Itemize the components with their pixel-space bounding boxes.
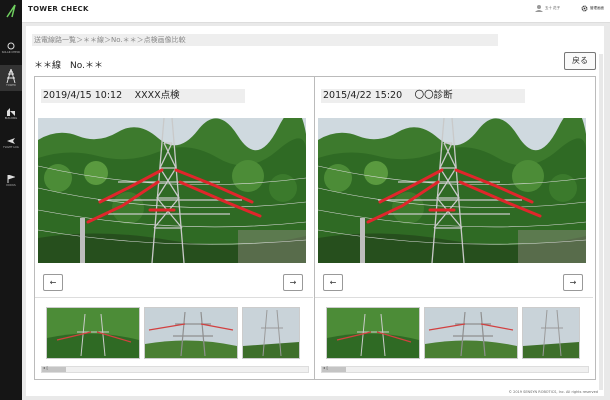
- sidebar-item-flight-log[interactable]: FLIGHT LOG: [0, 130, 22, 156]
- plane-icon: [7, 138, 15, 144]
- next-image-button[interactable]: →: [563, 274, 583, 291]
- prev-image-button[interactable]: ←: [323, 274, 343, 291]
- divider: [315, 297, 593, 298]
- inspection-panel-left: 2019/4/15 10:12 XXXX点検 ← → ◂ ▯: [34, 76, 316, 380]
- back-button[interactable]: 戻る: [564, 52, 596, 70]
- thumbnail[interactable]: [522, 307, 580, 359]
- settings-label: 管理画面: [590, 6, 604, 10]
- scroll-left-arrow[interactable]: ◂ ▯: [323, 365, 328, 370]
- thumbnail-image: [243, 308, 299, 358]
- breadcrumb[interactable]: 送電線路一覧＞＊＊線＞No.＊＊＞点検画像比較: [32, 34, 498, 46]
- thumbnail-image: [47, 308, 139, 358]
- flag-icon: [7, 175, 15, 183]
- tower-main-photo[interactable]: [318, 118, 586, 263]
- thumbnail-scrollbar[interactable]: ◂ ▯: [41, 365, 309, 373]
- sidebar-item-label: TOWER: [6, 84, 16, 87]
- thumbnail[interactable]: [144, 307, 238, 359]
- user-avatar-icon: [534, 5, 543, 12]
- sidebar: SOLAR CHECK TOWER BUILDING FLIGHT LOG DO…: [0, 0, 22, 400]
- sidebar-item-solar[interactable]: SOLAR CHECK: [0, 35, 22, 61]
- main-content: 送電線路一覧＞＊＊線＞No.＊＊＞点検画像比較 ＊＊線 No.＊＊ 戻る 201…: [26, 26, 604, 396]
- logo-icon: [6, 4, 16, 18]
- sidebar-item-label: SOLAR CHECK: [1, 51, 21, 54]
- next-image-button[interactable]: →: [283, 274, 303, 291]
- thumbnail-image: [327, 308, 419, 358]
- divider: [35, 297, 313, 298]
- sidebar-item-label: FLIGHT LOG: [3, 146, 19, 149]
- copyright-text: © 2019 SENSYN ROBOTICS, Inc. All rights …: [508, 390, 598, 394]
- prev-image-button[interactable]: ←: [43, 274, 63, 291]
- thumbnail-image: [145, 308, 237, 358]
- sidebar-item-label: DOCKS: [6, 184, 16, 187]
- solar-icon: [7, 42, 15, 50]
- thumbnail[interactable]: [242, 307, 300, 359]
- tower-photo-image: [318, 118, 586, 263]
- building-icon: [7, 108, 15, 116]
- sidebar-item-building[interactable]: BUILDING: [0, 101, 22, 127]
- user-name: 五十 花子: [544, 5, 560, 10]
- inspection-panel-right: 2015/4/22 15:20 〇〇診断 ← → ◂ ▯: [314, 76, 596, 380]
- top-bar: TOWER CHECK 五十 花子 管理画面: [22, 0, 610, 23]
- app-logo[interactable]: [0, 0, 22, 22]
- inspection-title: 2015/4/22 15:20 〇〇診断: [321, 89, 525, 103]
- thumbnail[interactable]: [46, 307, 140, 359]
- scroll-left-arrow[interactable]: ◂ ▯: [43, 365, 48, 370]
- tower-icon: [6, 69, 16, 83]
- sidebar-item-label: BUILDING: [4, 117, 18, 120]
- thumbnail-image: [523, 308, 579, 358]
- thumbnail[interactable]: [326, 307, 420, 359]
- app-title: TOWER CHECK: [28, 5, 89, 13]
- settings-button[interactable]: 管理画面: [581, 5, 604, 12]
- user-menu[interactable]: 五十 花子: [534, 4, 560, 12]
- tower-main-photo[interactable]: [38, 118, 306, 263]
- sidebar-item-tower[interactable]: TOWER: [0, 65, 22, 91]
- thumbnail[interactable]: [424, 307, 518, 359]
- page-title: ＊＊線 No.＊＊: [34, 61, 103, 71]
- inspection-title: 2019/4/15 10:12 XXXX点検: [41, 89, 245, 103]
- sidebar-item-docks[interactable]: DOCKS: [0, 168, 22, 194]
- thumbnail-scrollbar[interactable]: ◂ ▯: [321, 365, 589, 373]
- thumbnail-image: [425, 308, 517, 358]
- tower-photo-image: [38, 118, 306, 263]
- vertical-scrollbar[interactable]: [599, 54, 603, 390]
- gear-icon: [581, 5, 588, 12]
